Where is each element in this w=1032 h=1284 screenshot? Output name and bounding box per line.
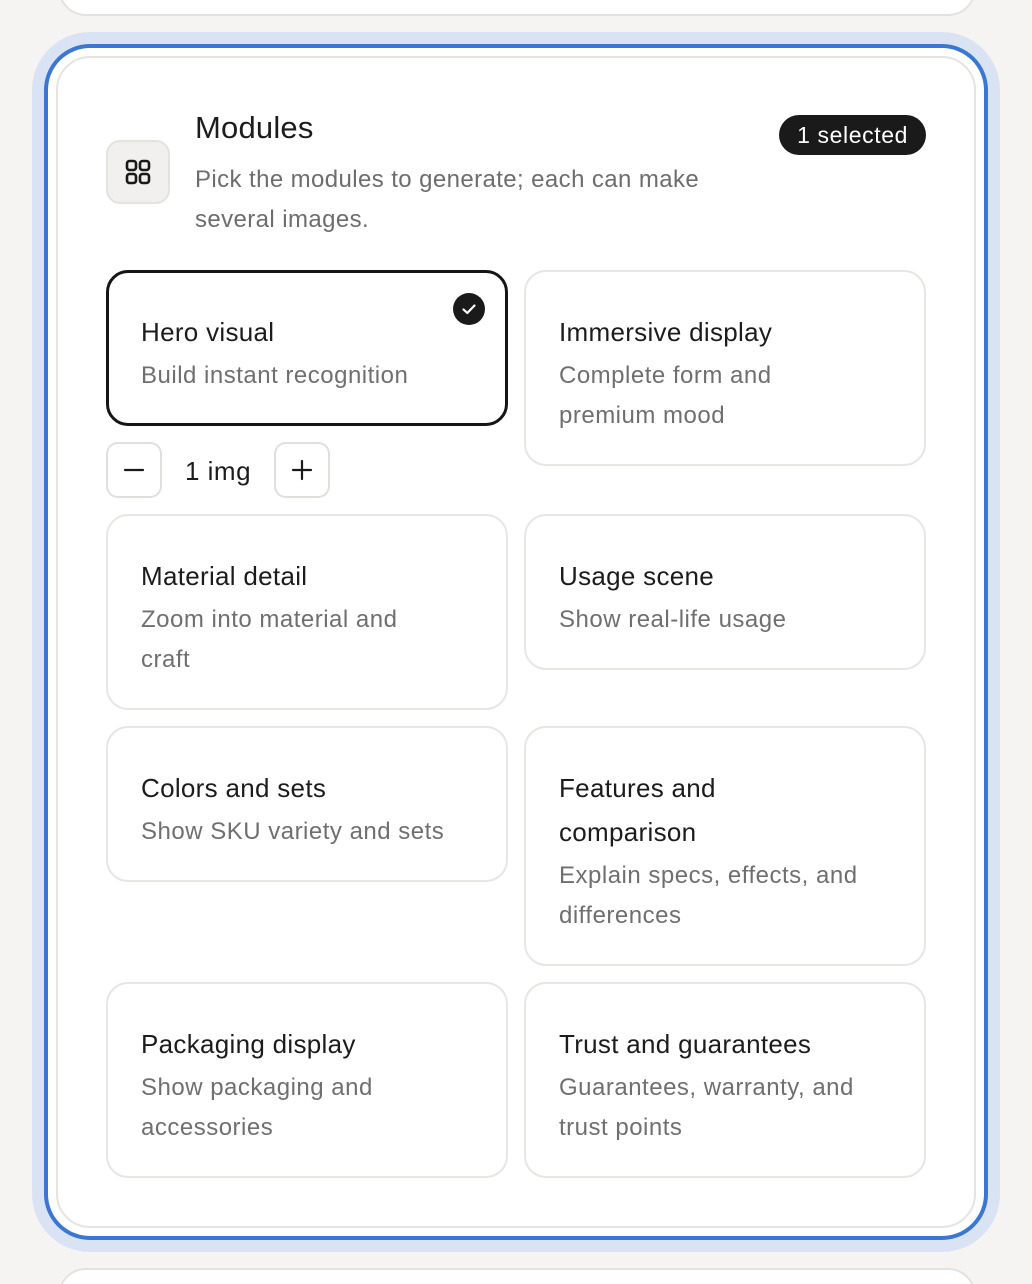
section-title: Modules [195, 110, 314, 145]
module-tile-immersive-display[interactable]: Immersive display Complete form and prem… [524, 270, 926, 466]
plus-icon [291, 459, 313, 481]
minus-icon [123, 468, 145, 472]
module-description: Explain specs, effects, and differences [559, 862, 858, 929]
module-title: Usage scene [559, 561, 715, 591]
module-tile-material-detail[interactable]: Material detail Zoom into material and c… [106, 514, 508, 710]
grid-icon [106, 140, 170, 204]
module-title: Hero visual [141, 317, 275, 347]
image-count: 1 img [184, 456, 252, 486]
previous-card [58, 0, 976, 16]
module-description: Build instant recognition [141, 362, 409, 389]
section-subtitle: Pick the modules to generate; each can m… [195, 166, 700, 233]
module-tile-trust-and-guarantees[interactable]: Trust and guarantees Guarantees, warrant… [524, 982, 926, 1178]
module-title: Material detail [141, 561, 308, 591]
check-icon [453, 293, 485, 325]
module-title: Immersive display [559, 317, 773, 347]
module-description: Show SKU variety and sets [141, 818, 445, 845]
decrement-button[interactable] [106, 442, 162, 498]
module-description: Show real-life usage [559, 606, 787, 633]
module-title: Packaging display [141, 1029, 356, 1059]
module-description: Complete form and premium mood [559, 362, 772, 429]
module-tile-features-and-comparison[interactable]: Features and comparison Explain specs, e… [524, 726, 926, 966]
module-title: Trust and guarantees [559, 1029, 812, 1059]
module-description: Guarantees, warranty, and trust points [559, 1074, 854, 1141]
module-tile-packaging-display[interactable]: Packaging display Show packaging and acc… [106, 982, 508, 1178]
module-title: Colors and sets [141, 773, 327, 803]
module-tile-colors-and-sets[interactable]: Colors and sets Show SKU variety and set… [106, 726, 508, 882]
module-tile-hero-visual[interactable]: Hero visual Build instant recognition [106, 270, 508, 426]
increment-button[interactable] [274, 442, 330, 498]
module-description: Show packaging and accessories [141, 1074, 373, 1141]
module-tile-usage-scene[interactable]: Usage scene Show real-life usage [524, 514, 926, 670]
next-card [58, 1268, 976, 1284]
module-title: Features and comparison [559, 773, 716, 847]
selected-count-badge: 1 selected [779, 115, 926, 155]
module-description: Zoom into material and craft [141, 606, 398, 673]
stage: Modules Pick the modules to generate; ea… [0, 0, 1032, 1284]
